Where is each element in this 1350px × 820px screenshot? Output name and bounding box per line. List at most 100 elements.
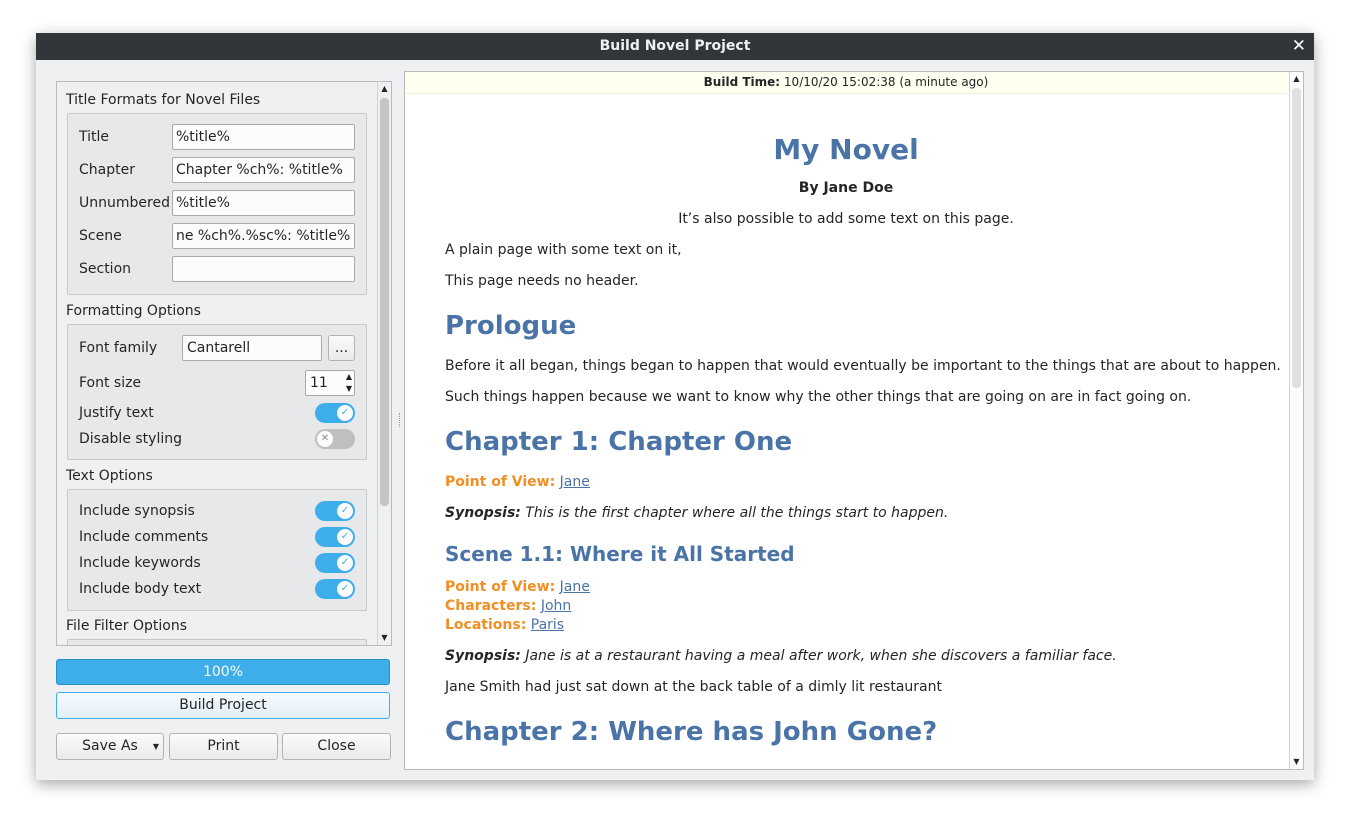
check-icon: ✓ bbox=[337, 529, 353, 545]
scene-label: Scene bbox=[79, 228, 122, 244]
check-icon: ✓ bbox=[337, 503, 353, 519]
scene-heading: Scene 1.1: Where it All Started bbox=[445, 542, 795, 566]
scene-pov: Point of View: Jane bbox=[445, 579, 590, 595]
title-formats-group: Title %title% Chapter Chapter %ch%: %tit… bbox=[67, 113, 367, 295]
preview-scrollbar[interactable]: ▲ ▼ bbox=[1289, 72, 1303, 769]
justify-label: Justify text bbox=[79, 405, 154, 421]
chapter-1-pov: Point of View: Jane bbox=[445, 474, 590, 490]
font-size-label: Font size bbox=[79, 375, 142, 391]
scroll-up-icon[interactable]: ▲ bbox=[378, 82, 391, 96]
scene-format-input[interactable]: ne %ch%.%sc%: %title% bbox=[172, 223, 355, 249]
prologue-heading: Prologue bbox=[445, 311, 577, 341]
scroll-down-icon[interactable]: ▼ bbox=[1290, 755, 1303, 769]
build-time-label: Build Time: bbox=[703, 75, 781, 89]
chapter-format-input[interactable]: Chapter %ch%: %title% bbox=[172, 157, 355, 183]
synopsis-label: Synopsis: bbox=[445, 648, 521, 664]
font-browse-button[interactable]: ... bbox=[328, 335, 355, 361]
close-button[interactable]: Close bbox=[282, 733, 391, 760]
pov-link[interactable]: Jane bbox=[560, 579, 590, 595]
font-family-label: Font family bbox=[79, 340, 158, 356]
include-body-text-toggle[interactable]: ✓ bbox=[315, 579, 355, 599]
include-body-text-label: Include body text bbox=[79, 581, 202, 597]
characters-link[interactable]: John bbox=[541, 598, 571, 614]
scrollbar-thumb[interactable] bbox=[1292, 88, 1301, 388]
chapter-1-heading: Chapter 1: Chapter One bbox=[445, 427, 793, 457]
formatting-heading: Formatting Options bbox=[66, 303, 201, 319]
section-format-input[interactable] bbox=[172, 256, 355, 282]
title-formats-heading: Title Formats for Novel Files bbox=[66, 92, 261, 108]
disable-styling-toggle[interactable]: ✕ bbox=[315, 429, 355, 449]
close-icon[interactable]: ✕ bbox=[1292, 33, 1306, 60]
dropdown-arrow-icon: ▼ bbox=[152, 742, 159, 751]
font-family-input[interactable]: Cantarell bbox=[182, 335, 322, 361]
splitter-handle[interactable] bbox=[399, 413, 403, 427]
title-label: Title bbox=[79, 129, 110, 145]
scene-synopsis: Synopsis: Jane is at a restaurant having… bbox=[445, 648, 1117, 664]
build-project-button[interactable]: Build Project bbox=[56, 692, 390, 719]
synopsis-text: This is the first chapter where all the … bbox=[525, 505, 949, 521]
pov-label: Point of View: bbox=[445, 474, 556, 490]
pov-label: Point of View: bbox=[445, 579, 556, 595]
scene-locations: Locations: Paris bbox=[445, 617, 564, 633]
check-icon: ✓ bbox=[337, 405, 353, 421]
locations-label: Locations: bbox=[445, 617, 527, 633]
spin-up-icon[interactable]: ▲ bbox=[346, 371, 352, 382]
include-synopsis-toggle[interactable]: ✓ bbox=[315, 501, 355, 521]
build-time-value: 10/10/20 15:02:38 (a minute ago) bbox=[783, 75, 989, 89]
spin-down-icon[interactable]: ▼ bbox=[346, 383, 352, 394]
font-size-value: 11 bbox=[310, 375, 328, 391]
pov-link[interactable]: Jane bbox=[560, 474, 590, 490]
prologue-paragraph-2: Such things happen because we want to kn… bbox=[445, 389, 1192, 405]
prologue-paragraph-1: Before it all began, things began to hap… bbox=[445, 358, 1281, 374]
build-progress-bar: 100% bbox=[56, 659, 390, 685]
save-as-button[interactable]: Save As ▼ bbox=[56, 733, 164, 760]
save-as-label: Save As bbox=[82, 738, 138, 754]
document-preview[interactable]: Build Time: 10/10/20 15:02:38 (a minute … bbox=[404, 71, 1304, 770]
include-comments-label: Include comments bbox=[79, 529, 209, 545]
include-comments-toggle[interactable]: ✓ bbox=[315, 527, 355, 547]
include-synopsis-label: Include synopsis bbox=[79, 503, 195, 519]
include-keywords-toggle[interactable]: ✓ bbox=[315, 553, 355, 573]
cross-icon: ✕ bbox=[317, 431, 333, 447]
build-time-bar: Build Time: 10/10/20 15:02:38 (a minute … bbox=[405, 72, 1287, 94]
check-icon: ✓ bbox=[337, 555, 353, 571]
chapter-2-heading: Chapter 2: Where has John Gone? bbox=[445, 717, 938, 747]
text-options-group: Include synopsis ✓ Include comments ✓ In… bbox=[67, 489, 367, 611]
file-filter-heading: File Filter Options bbox=[66, 618, 188, 634]
scene-body-text: Jane Smith had just sat down at the back… bbox=[445, 679, 942, 695]
font-size-spinbox[interactable]: 11 ▲ ▼ bbox=[305, 370, 355, 396]
scroll-down-icon[interactable]: ▼ bbox=[378, 631, 391, 645]
characters-label: Characters: bbox=[445, 598, 537, 614]
formatting-group: Font family Cantarell ... Font size 11 ▲… bbox=[67, 324, 367, 460]
scroll-up-icon[interactable]: ▲ bbox=[1290, 72, 1303, 86]
chapter-label: Chapter bbox=[79, 162, 135, 178]
synopsis-label: Synopsis: bbox=[445, 505, 521, 521]
window-title: Build Novel Project bbox=[599, 38, 751, 54]
section-label: Section bbox=[79, 261, 132, 277]
options-scrollbar[interactable]: ▲ ▼ bbox=[377, 82, 391, 645]
unnumbered-label: Unnumbered bbox=[79, 195, 170, 211]
justify-toggle[interactable]: ✓ bbox=[315, 403, 355, 423]
chapter-1-synopsis: Synopsis: This is the first chapter wher… bbox=[445, 505, 948, 521]
file-filter-group bbox=[67, 639, 367, 645]
text-options-heading: Text Options bbox=[66, 468, 153, 484]
locations-link[interactable]: Paris bbox=[531, 617, 564, 633]
check-icon: ✓ bbox=[337, 581, 353, 597]
plain-page-line-1: A plain page with some text on it, bbox=[445, 242, 682, 258]
disable-styling-label: Disable styling bbox=[79, 431, 182, 447]
options-scroll-area[interactable]: Title Formats for Novel Files Title %tit… bbox=[56, 81, 392, 646]
synopsis-text: Jane is at a restaurant having a meal af… bbox=[525, 648, 1117, 664]
novel-title: My Novel bbox=[773, 133, 919, 166]
scrollbar-thumb[interactable] bbox=[380, 98, 389, 506]
unnumbered-format-input[interactable]: %title% bbox=[172, 190, 355, 216]
print-button[interactable]: Print bbox=[169, 733, 278, 760]
title-bar: Build Novel Project ✕ bbox=[36, 33, 1314, 60]
title-page-text: It’s also possible to add some text on t… bbox=[678, 211, 1014, 227]
title-format-input[interactable]: %title% bbox=[172, 124, 355, 150]
progress-text: 100% bbox=[202, 664, 244, 680]
include-keywords-label: Include keywords bbox=[79, 555, 201, 571]
scene-characters: Characters: John bbox=[445, 598, 571, 614]
byline: By Jane Doe bbox=[798, 180, 894, 196]
plain-page-line-2: This page needs no header. bbox=[445, 273, 639, 289]
build-dialog: Build Novel Project ✕ Title Formats for … bbox=[36, 33, 1314, 780]
